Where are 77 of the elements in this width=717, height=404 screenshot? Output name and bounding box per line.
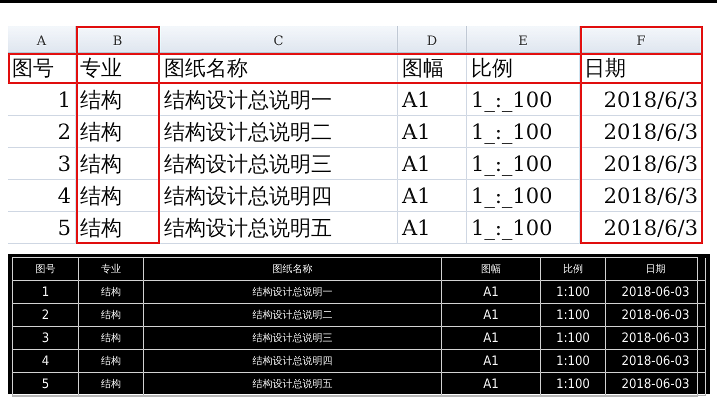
table-cell: 结构设计总说明二 <box>160 116 398 148</box>
header-cell: 图纸名称 <box>160 53 398 84</box>
table-cell: 2 <box>8 116 76 148</box>
header-cell: 图纸名称 <box>144 258 442 281</box>
header-cell: 图号 <box>8 53 76 84</box>
table-cell: 结构 <box>79 350 144 373</box>
table-cell: 2018-06-03 <box>606 304 706 327</box>
table-cell: 结构 <box>79 304 144 327</box>
table-cell: 结构设计总说明四 <box>160 180 398 212</box>
table-cell: 1 <box>13 281 79 304</box>
table-cell: 3 <box>8 148 76 180</box>
column-letter: C <box>160 26 398 53</box>
header-cell: 专业 <box>79 258 144 281</box>
table-cell: 结构设计总说明三 <box>160 148 398 180</box>
table-cell: A1 <box>442 350 541 373</box>
table-cell: 结构 <box>76 84 160 116</box>
table-cell: 2018/6/3 <box>580 116 703 148</box>
table-cell: 5 <box>13 373 79 396</box>
table-cell: 1:100 <box>541 304 606 327</box>
table-cell: 1:100 <box>541 373 606 396</box>
table-cell: 结构设计总说明三 <box>144 327 442 350</box>
table-cell: 2 <box>13 304 79 327</box>
table-cell: 2018/6/3 <box>580 148 703 180</box>
table-cell: 结构设计总说明五 <box>144 373 442 396</box>
table-cell: 1_:_100 <box>467 212 580 244</box>
table-cell: A1 <box>398 116 467 148</box>
header-cell: 比例 <box>467 53 580 84</box>
table-cell: A1 <box>398 84 467 116</box>
table-cell: 3 <box>13 327 79 350</box>
column-letter: E <box>467 26 580 53</box>
column-letter: A <box>8 26 76 53</box>
table-cell: 2018-06-03 <box>606 350 706 373</box>
table-cell: 结构 <box>79 327 144 350</box>
table-cell: 1 <box>8 84 76 116</box>
table-cell: 结构 <box>76 116 160 148</box>
table-cell: 结构设计总说明一 <box>144 281 442 304</box>
table-cell: A1 <box>442 281 541 304</box>
table-cell: 1:100 <box>541 350 606 373</box>
header-cell: 日期 <box>580 53 703 84</box>
table-cell: 5 <box>8 212 76 244</box>
table-cell: 2018-06-03 <box>606 327 706 350</box>
table-cell: 1:100 <box>541 281 606 304</box>
header-cell: 图幅 <box>398 53 467 84</box>
table-cell: A1 <box>442 373 541 396</box>
table-cell: 2018/6/3 <box>580 212 703 244</box>
header-cell: 比例 <box>541 258 606 281</box>
table-cell: 4 <box>13 350 79 373</box>
table-cell: 结构 <box>76 180 160 212</box>
header-cell: 图幅 <box>442 258 541 281</box>
table-cell: 1_:_100 <box>467 116 580 148</box>
table-cell: 结构 <box>76 148 160 180</box>
column-letter: D <box>398 26 467 53</box>
table-cell: A1 <box>442 304 541 327</box>
table-cell: 2018-06-03 <box>606 281 706 304</box>
table-cell: 2018/6/3 <box>580 84 703 116</box>
table-cell: 1_:_100 <box>467 148 580 180</box>
header-cell: 专业 <box>76 53 160 84</box>
header-cell: 日期 <box>606 258 706 281</box>
table-cell: 结构 <box>76 212 160 244</box>
column-letter: F <box>580 26 703 53</box>
table-cell: 1_:_100 <box>467 84 580 116</box>
table-cell: 结构 <box>79 373 144 396</box>
table-cell: 结构设计总说明四 <box>144 350 442 373</box>
table-cell: 2018-06-03 <box>606 373 706 396</box>
table-cell: 2018/6/3 <box>580 180 703 212</box>
table-cell: A1 <box>442 327 541 350</box>
header-cell: 图号 <box>13 258 79 281</box>
table-cell: A1 <box>398 212 467 244</box>
table-cell: 结构设计总说明二 <box>144 304 442 327</box>
table-cell: 结构 <box>79 281 144 304</box>
table-cell: 结构设计总说明一 <box>160 84 398 116</box>
table-cell: A1 <box>398 148 467 180</box>
table-cell: 1:100 <box>541 327 606 350</box>
table-cell: A1 <box>398 180 467 212</box>
table-cell: 4 <box>8 180 76 212</box>
table-cell: 结构设计总说明五 <box>160 212 398 244</box>
table-cell: 1_:_100 <box>467 180 580 212</box>
